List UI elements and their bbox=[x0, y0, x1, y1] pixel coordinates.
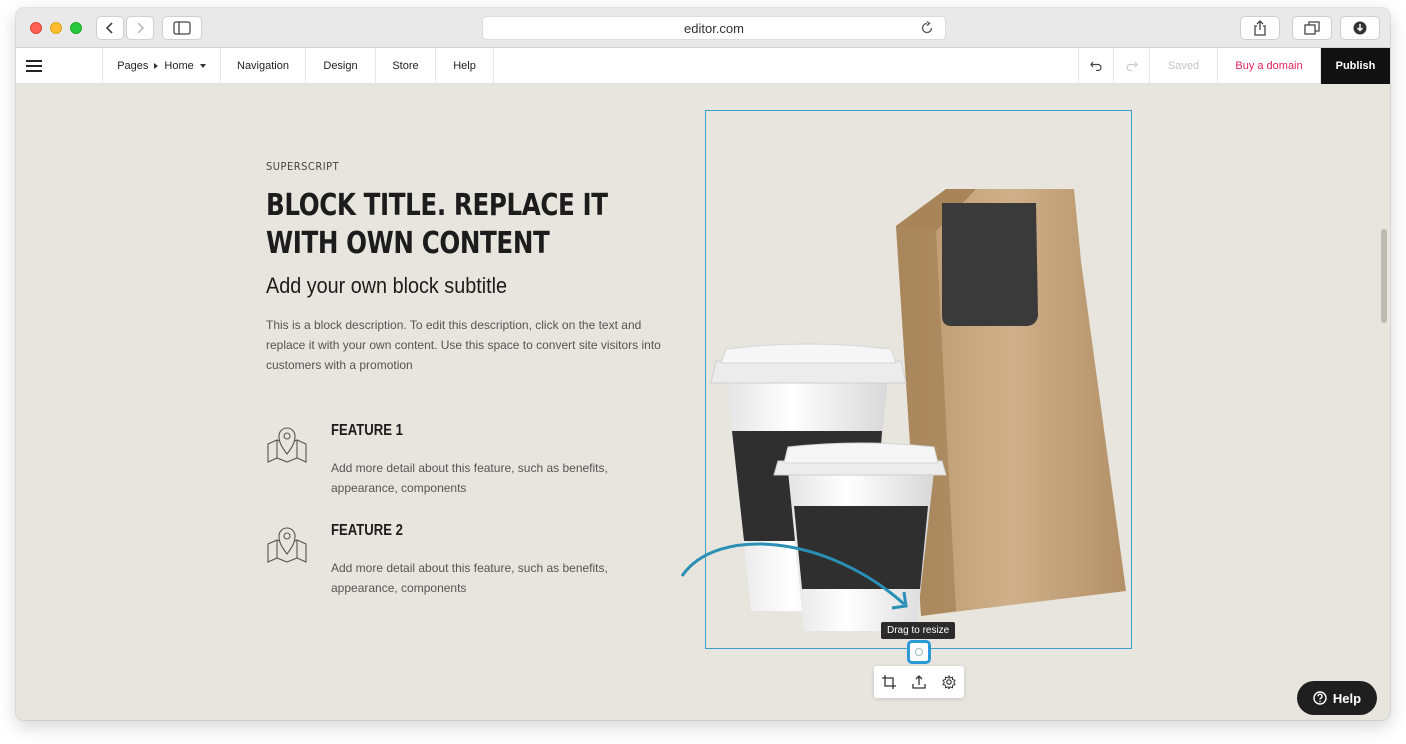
zoom-window-button[interactable] bbox=[70, 22, 82, 34]
chevron-left-icon bbox=[105, 22, 113, 34]
image-toolbar bbox=[874, 666, 964, 698]
upload-icon[interactable] bbox=[912, 675, 926, 689]
saved-status: Saved bbox=[1150, 48, 1218, 84]
help-menu[interactable]: Help bbox=[436, 48, 494, 84]
undo-icon bbox=[1090, 61, 1102, 71]
store-label: Store bbox=[392, 60, 419, 72]
feature-title[interactable]: FEATURE 2 bbox=[331, 522, 495, 540]
url-text: editor.com bbox=[684, 20, 744, 36]
block-superscript[interactable]: SUPERSCRIPT bbox=[266, 160, 666, 173]
tabs-button[interactable] bbox=[1292, 16, 1332, 40]
sidebar-toggle-button[interactable] bbox=[162, 16, 202, 40]
design-label: Design bbox=[323, 60, 358, 72]
chevron-right-icon bbox=[137, 22, 145, 34]
resize-handle[interactable] bbox=[907, 640, 931, 664]
navigation-menu[interactable]: Navigation bbox=[221, 48, 306, 84]
crop-icon[interactable] bbox=[882, 675, 896, 689]
publish-label: Publish bbox=[1335, 60, 1376, 72]
question-circle-icon bbox=[1313, 691, 1327, 705]
undo-button[interactable] bbox=[1078, 48, 1114, 84]
arrow-annotation-icon bbox=[680, 542, 908, 610]
download-icon bbox=[1353, 21, 1367, 35]
help-button[interactable]: Help bbox=[1297, 681, 1377, 715]
tabs-icon bbox=[1304, 21, 1320, 35]
redo-button[interactable] bbox=[1114, 48, 1150, 84]
share-icon bbox=[1254, 20, 1266, 36]
map-pin-icon bbox=[267, 527, 307, 563]
saved-label: Saved bbox=[1167, 60, 1200, 72]
feature-text[interactable]: Add more detail about this feature, such… bbox=[331, 558, 641, 598]
caret-right-icon bbox=[154, 63, 159, 69]
page-scrollbar[interactable] bbox=[1381, 229, 1387, 323]
chevron-down-icon bbox=[199, 64, 206, 68]
share-button[interactable] bbox=[1240, 16, 1280, 40]
buy-domain-label: Buy a domain bbox=[1235, 60, 1303, 72]
address-bar[interactable]: editor.com bbox=[482, 16, 946, 40]
pages-dropdown[interactable]: Pages Home bbox=[103, 48, 221, 84]
back-button[interactable] bbox=[96, 16, 124, 40]
home-label: Home bbox=[164, 60, 194, 72]
help-menu-label: Help bbox=[453, 60, 476, 72]
browser-titlebar: editor.com bbox=[16, 8, 1390, 48]
buy-domain-button[interactable]: Buy a domain bbox=[1218, 48, 1321, 84]
redo-icon bbox=[1125, 61, 1138, 71]
map-pin-icon bbox=[267, 427, 307, 463]
design-menu[interactable]: Design bbox=[306, 48, 376, 84]
hamburger-icon bbox=[26, 60, 42, 72]
text-column: SUPERSCRIPT BLOCK TITLE. REPLACE IT WITH… bbox=[266, 160, 666, 595]
feature-title[interactable]: FEATURE 1 bbox=[331, 422, 495, 440]
settings-icon[interactable] bbox=[942, 675, 956, 689]
store-menu[interactable]: Store bbox=[376, 48, 436, 84]
editor-toolbar: Pages Home Navigation Design Store Help … bbox=[16, 48, 1390, 84]
block-subtitle[interactable]: Add your own block subtitle bbox=[266, 273, 662, 299]
feature-text[interactable]: Add more detail about this feature, such… bbox=[331, 458, 641, 498]
navigation-label: Navigation bbox=[237, 60, 289, 72]
block-title[interactable]: BLOCK TITLE. REPLACE IT WITH OWN CONTENT bbox=[266, 187, 651, 263]
menu-button[interactable] bbox=[16, 48, 103, 84]
help-button-label: Help bbox=[1332, 690, 1362, 706]
sidebar-icon bbox=[173, 21, 191, 35]
close-window-button[interactable] bbox=[30, 22, 42, 34]
browser-window: editor.com Pages Home Navigation Design bbox=[16, 8, 1390, 720]
block-description[interactable]: This is a block description. To edit thi… bbox=[266, 315, 666, 375]
reload-icon[interactable] bbox=[919, 20, 935, 36]
minimize-window-button[interactable] bbox=[50, 22, 62, 34]
pages-label: Pages bbox=[117, 60, 149, 72]
resize-handle-dot bbox=[915, 648, 923, 656]
page-canvas: SUPERSCRIPT BLOCK TITLE. REPLACE IT WITH… bbox=[16, 84, 1390, 720]
downloads-button[interactable] bbox=[1340, 16, 1380, 40]
forward-button[interactable] bbox=[126, 16, 154, 40]
resize-tooltip: Drag to resize bbox=[881, 622, 956, 639]
publish-button[interactable]: Publish bbox=[1321, 48, 1390, 84]
